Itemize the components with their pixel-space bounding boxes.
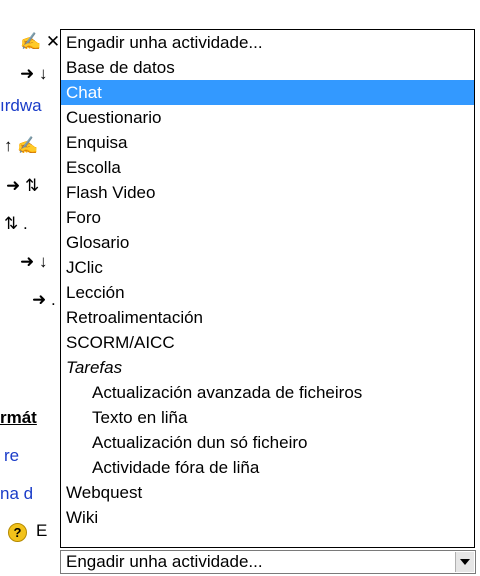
activity-select[interactable]: Engadir unha actividade... — [60, 550, 476, 574]
select-current-value: Engadir unha actividade... — [66, 552, 263, 571]
option-actualizacion-avanzada[interactable]: Actualización avanzada de ficheiros — [61, 380, 474, 405]
resource-link-partial[interactable]: ırdwa — [0, 96, 42, 120]
link-partial-2[interactable]: na d — [0, 484, 33, 508]
option-wiki[interactable]: Wiki — [61, 505, 474, 530]
option-actualizacion-un-ficheiro[interactable]: Actualización dun só ficheiro — [61, 430, 474, 455]
move-icons-4[interactable]: ➜ ↓ — [20, 252, 47, 276]
dropdown-arrow-button[interactable] — [455, 552, 474, 572]
option-foro[interactable]: Foro — [61, 205, 474, 230]
option-jclic[interactable]: JClic — [61, 255, 474, 280]
move-icons-5[interactable]: ➜ . — [32, 290, 56, 314]
option-chat[interactable]: Chat — [61, 80, 474, 105]
option-actividade-fora-de-lina[interactable]: Actividade fóra de liña — [61, 455, 474, 480]
option-leccion[interactable]: Lección — [61, 280, 474, 305]
option-retroalimentacion[interactable]: Retroalimentación — [61, 305, 474, 330]
option-webquest[interactable]: Webquest — [61, 480, 474, 505]
edit-delete-icons[interactable]: ✍ ✕ — [20, 32, 60, 56]
help-icon[interactable]: ? — [8, 523, 27, 542]
activity-dropdown-list[interactable]: Engadir unha actividade... Base de datos… — [60, 29, 475, 548]
option-base-de-datos[interactable]: Base de datos — [61, 55, 474, 80]
chevron-down-icon — [460, 559, 470, 565]
option-glosario[interactable]: Glosario — [61, 230, 474, 255]
field-partial[interactable]: E — [36, 521, 47, 545]
option-texto-en-lina[interactable]: Texto en liña — [61, 405, 474, 430]
edit-icons[interactable]: ↑ ✍ — [4, 136, 38, 160]
option-engadir[interactable]: Engadir unha actividade... — [61, 30, 474, 55]
option-scorm-aicc[interactable]: SCORM/AICC — [61, 330, 474, 355]
option-cuestionario[interactable]: Cuestionario — [61, 105, 474, 130]
move-icons-2[interactable]: ➜ ⇅ — [6, 176, 39, 200]
optgroup-tarefas: Tarefas — [66, 358, 123, 377]
move-icons[interactable]: ➜ ↓ — [20, 64, 47, 88]
option-enquisa[interactable]: Enquisa — [61, 130, 474, 155]
move-icons-3[interactable]: ⇅ . — [4, 214, 28, 238]
option-flash-video[interactable]: Flash Video — [61, 180, 474, 205]
section-heading-partial: rmát — [0, 408, 37, 427]
option-escolla[interactable]: Escolla — [61, 155, 474, 180]
link-partial-1[interactable]: re — [4, 446, 19, 470]
